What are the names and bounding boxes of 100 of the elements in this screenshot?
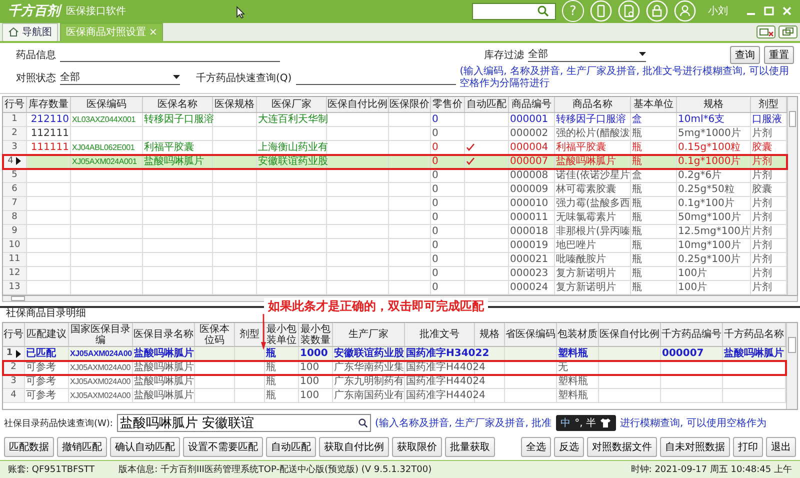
annotation-text: 如果此条才是正确的，双击即可完成匹配 xyxy=(264,298,488,315)
column-header[interactable]: 医保自付比例 xyxy=(599,323,661,346)
column-header[interactable]: 医保编码 xyxy=(71,96,143,112)
search-icon[interactable] xyxy=(358,418,368,428)
column-header[interactable]: 生产厂家 xyxy=(333,323,405,346)
action-button[interactable]: 反选 xyxy=(554,437,584,457)
column-header[interactable]: 国家医保目录编 xyxy=(69,323,133,346)
table-cell: 0.1g*100片 xyxy=(678,196,734,210)
status-dropdown[interactable]: 全部 xyxy=(60,70,180,85)
column-header[interactable]: 规格 xyxy=(677,96,751,112)
table-cell: 转移因子口服溶 xyxy=(556,112,626,126)
table-row[interactable]: 3 可参考 XJ05AXM024A00 盐酸吗啉胍片 瓶 100 广东九明制药有 国药准字H44024 塑料瓶 xyxy=(3,375,786,389)
table-row[interactable]: 11 0 000021 吡嗪酰胺片 瓶 0.25g*100片 片剂 xyxy=(3,252,787,267)
table-row[interactable]: 2 可参考 XJ05AXM024A00 盐酸吗啉胍片 瓶 100 广东华南药业集 国药准字H44024 无 xyxy=(3,361,786,375)
scrollbar[interactable] xyxy=(786,323,797,409)
shirt-icon[interactable] xyxy=(600,418,611,428)
column-header[interactable]: 省医保编码 xyxy=(505,323,557,346)
table-cell: 国药准字H34022 xyxy=(406,347,490,360)
column-header[interactable]: 最小包装数量 xyxy=(299,323,333,346)
column-header[interactable]: 医保厂家 xyxy=(257,96,327,112)
action-button[interactable]: 退出 xyxy=(766,437,796,457)
maximize-icon[interactable] xyxy=(764,6,774,16)
action-button[interactable]: 对照数据文件 xyxy=(587,437,657,457)
column-header[interactable]: 行号 xyxy=(3,323,25,346)
table-row[interactable]: 4 可参考 XJ05AXM024A00 盐酸吗啉胍片 瓶 100 广东南国药业有 国药准字H44024 塑料瓶 xyxy=(3,389,786,403)
column-header[interactable]: 剂型 xyxy=(235,323,265,346)
table-row[interactable]: 8 0 000011 无味氯霉素片 瓶 50mg*100片 片剂 xyxy=(3,210,787,225)
column-header[interactable]: 医保限价 xyxy=(389,96,431,112)
action-button[interactable]: 自未对照数据 xyxy=(660,437,730,457)
restore-icon[interactable] xyxy=(778,24,798,39)
column-header[interactable]: 基本单位 xyxy=(631,96,677,112)
close-all-icon[interactable] xyxy=(756,24,776,39)
close-icon[interactable] xyxy=(782,6,792,16)
document-icon[interactable] xyxy=(618,0,640,22)
user-icon[interactable] xyxy=(674,0,696,22)
row-number: 3 xyxy=(12,140,18,154)
table-cell: 盒 xyxy=(632,168,642,182)
table-row[interactable]: 4 XJ05AXM024A001 盐酸吗啉胍片 安徽联谊药业股 0 000007 盐酸吗啉胍片 瓶 0.1g*1000片 片剂 xyxy=(3,154,787,169)
column-header[interactable]: 匹配建议 xyxy=(25,323,69,346)
table-row[interactable]: 1 已匹配 XJ05AXM024A00 盐酸吗啉胍片 瓶 1000 安徽联谊药业股 国药准字H34022 塑料瓶 000007 盐酸吗啉胍片 xyxy=(3,347,786,361)
search-field[interactable] xyxy=(472,2,556,20)
table-cell: 非那根片(异丙嗪 xyxy=(556,224,630,238)
account-info: 账套: QF951TBFSTT xyxy=(8,464,95,476)
action-button[interactable]: 获取自付比例 xyxy=(319,437,389,457)
action-button[interactable]: 撤销匹配 xyxy=(57,437,107,457)
table-cell: 0 xyxy=(432,182,438,196)
table-row[interactable]: 10 0 000019 地巴唑片 瓶 10mg*100片 片剂 xyxy=(3,238,787,253)
action-button[interactable]: 设置不需要匹配 xyxy=(183,437,263,457)
stock-filter-dropdown[interactable]: 全部 xyxy=(528,48,646,62)
table-row[interactable]: 2 112111 0 000002 强的松片(醋酸泼 瓶 5mg*1000片 片剂 xyxy=(3,126,787,141)
column-header[interactable]: 自动匹配 xyxy=(465,96,509,112)
column-header[interactable]: 商品名称 xyxy=(555,96,631,112)
column-header[interactable]: 最小包装单位 xyxy=(265,323,299,346)
column-header[interactable]: 商品编号 xyxy=(509,96,555,112)
table-cell: 0 xyxy=(432,280,438,294)
action-button[interactable]: 获取限价 xyxy=(392,437,442,457)
table-cell: 诺佳(依诺沙星片 xyxy=(556,168,630,182)
action-button[interactable]: 批量获取 xyxy=(445,437,495,457)
action-button[interactable]: 确认自动匹配 xyxy=(110,437,180,457)
column-header[interactable]: 千方药品编号 xyxy=(661,323,723,346)
table-cell-text: XJ05AXM024A00 xyxy=(70,390,131,402)
column-header[interactable]: 规格 xyxy=(475,323,505,346)
search-hint: (输入编码, 名称及拼音, 生产厂家及拼音, 批准文号进行模糊查询, 可以使用空格作为分隔符进行 xyxy=(460,66,790,90)
action-button[interactable]: 匹配数据 xyxy=(4,437,54,457)
home-icon xyxy=(8,27,19,38)
table-cell: 5mg*1000片 xyxy=(678,126,741,140)
table-row[interactable]: 12 0 000023 复方新诺明片 瓶 100片 片剂 xyxy=(3,266,787,281)
ime-toolbar[interactable]: 中 °, 半 xyxy=(556,415,616,431)
table-cell: 50mg*100片 xyxy=(678,210,741,224)
table-cell: 瓶 xyxy=(632,238,642,252)
tab[interactable]: 导航图 xyxy=(2,22,58,41)
table-row[interactable]: 6 0 000009 林可霉素胶囊 瓶 0.25g*50粒 胶囊 xyxy=(3,182,787,197)
table-row[interactable]: 1 212110 XL03AXZ044X001 转移因子口服溶 大连百利天华制 0 000001 转移因子口服溶 盒 10ml*6支 口服液 xyxy=(3,112,787,127)
filter-button[interactable]: 查询 xyxy=(730,46,760,64)
column-header[interactable]: 医保自付比例 xyxy=(327,96,389,112)
table-cell: 复方新诺明片 xyxy=(556,266,616,280)
column-header[interactable]: 零售价 xyxy=(431,96,465,112)
lock-icon[interactable] xyxy=(646,0,668,22)
table-row[interactable]: 7 0 000010 强力霉(盐酸多西 瓶 0.1g*100片 片剂 xyxy=(3,196,787,211)
column-header[interactable]: 医保规格 xyxy=(213,96,257,112)
table-row[interactable]: 5 0 000008 诺佳(依诺沙星片 盒 0.2g*6片 片剂 xyxy=(3,168,787,183)
phone-icon[interactable] xyxy=(590,0,612,22)
action-button[interactable]: 全选 xyxy=(521,437,551,457)
catalog-search-field[interactable]: 盐酸吗啉胍片 安徽联谊 xyxy=(116,414,371,432)
column-header[interactable]: 医保名称 xyxy=(143,96,213,112)
table-row[interactable]: 13 0 000024 复方新诺明片 瓶 100片 片剂 xyxy=(3,280,787,295)
column-header[interactable]: 批准文号 xyxy=(405,323,475,346)
column-header[interactable]: 库存数量 xyxy=(27,96,71,112)
scrollbar[interactable] xyxy=(787,96,797,295)
column-header[interactable]: 包装材质 xyxy=(557,323,599,346)
column-header[interactable]: 医保本位码 xyxy=(195,323,235,346)
ime-mode[interactable]: 中 xyxy=(560,416,571,430)
action-button[interactable]: 自动匹配 xyxy=(266,437,316,457)
column-header[interactable]: 行号 xyxy=(3,96,27,112)
column-header[interactable]: 医保目录名称 xyxy=(133,323,195,346)
action-button[interactable]: 打印 xyxy=(733,437,763,457)
table-row[interactable]: 9 0 000018 非那根片(异丙嗪 瓶 12.5mg*100片片剂 xyxy=(3,224,787,239)
filter-button[interactable]: 重置 xyxy=(764,46,794,64)
table-cell: 安徽联谊药业股 xyxy=(334,347,404,360)
ime-status[interactable]: °, 半 xyxy=(574,416,596,430)
